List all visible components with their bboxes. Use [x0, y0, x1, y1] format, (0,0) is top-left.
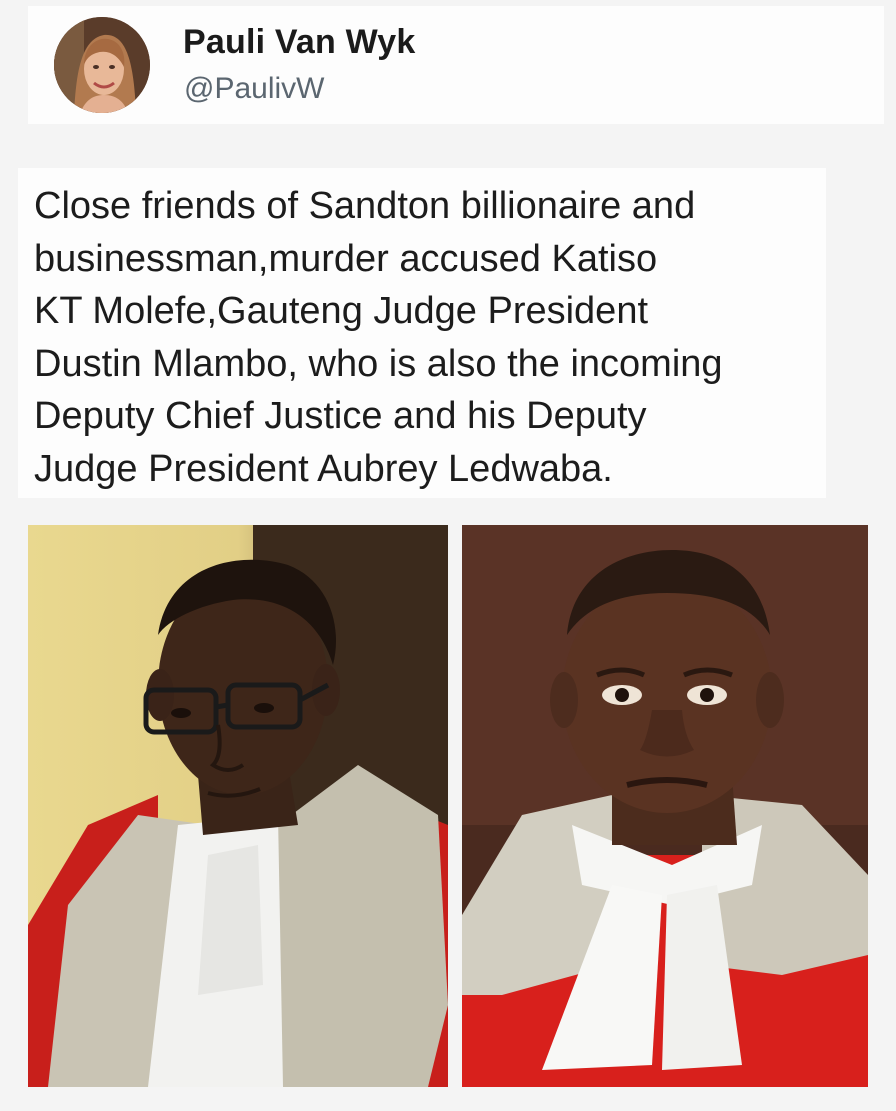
- author-handle[interactable]: @PaulivW: [184, 72, 324, 106]
- post-screenshot: Pauli Van Wyk @PaulivW Close friends of …: [0, 0, 896, 1111]
- post-text: Close friends of Sandton billionaire and…: [34, 185, 723, 490]
- post-image-left[interactable]: [28, 525, 448, 1087]
- author-display-name[interactable]: Pauli Van Wyk: [183, 23, 416, 62]
- post-image-right[interactable]: [462, 525, 868, 1087]
- judge-portrait-icon: [462, 525, 868, 1087]
- post-header: Pauli Van Wyk @PaulivW: [28, 6, 884, 124]
- avatar-photo-icon: [54, 17, 150, 113]
- judge-portrait-glasses-icon: [28, 525, 448, 1087]
- post-body: Close friends of Sandton billionaire and…: [18, 168, 826, 498]
- avatar[interactable]: [54, 17, 150, 113]
